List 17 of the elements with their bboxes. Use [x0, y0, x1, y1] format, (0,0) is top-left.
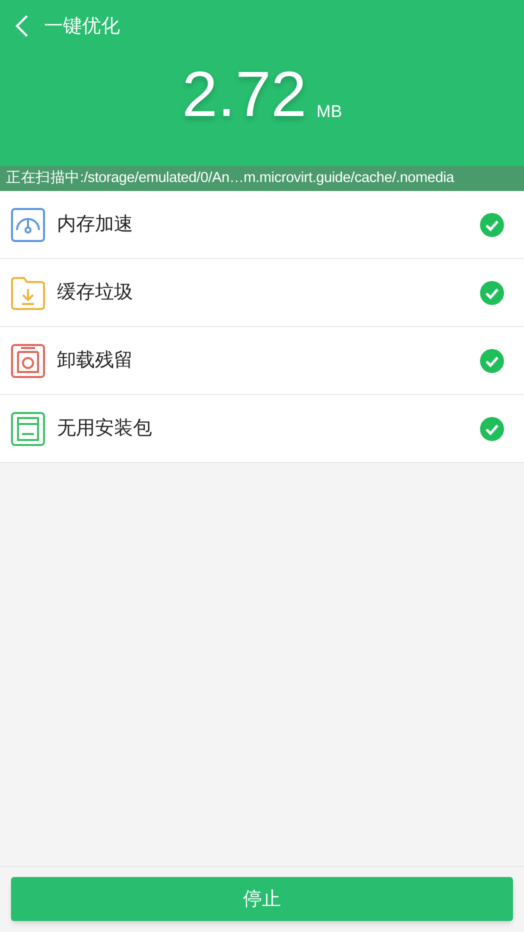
box-icon [11, 344, 45, 378]
list-item[interactable]: 卸载残留 [0, 327, 524, 395]
page-title: 一键优化 [44, 14, 120, 39]
list-item[interactable]: 无用安装包 [0, 395, 524, 463]
scan-status: 正在扫描中:/storage/emulated/0/An…m.microvirt.guide/cache/.nomedia [0, 166, 524, 191]
item-label: 无用安装包 [57, 416, 153, 442]
item-label: 内存加速 [57, 212, 134, 238]
package-icon [11, 412, 45, 446]
list-item[interactable]: 缓存垃圾 [0, 259, 524, 327]
size-unit: MB [316, 100, 342, 122]
size-value: 2.72 [182, 62, 307, 126]
gauge-icon [11, 208, 45, 242]
item-label: 缓存垃圾 [57, 280, 134, 306]
list-item[interactable]: 内存加速 [0, 191, 524, 259]
folder-download-icon [11, 276, 45, 310]
item-label: 卸载残留 [57, 348, 134, 374]
back-icon[interactable] [14, 14, 30, 38]
